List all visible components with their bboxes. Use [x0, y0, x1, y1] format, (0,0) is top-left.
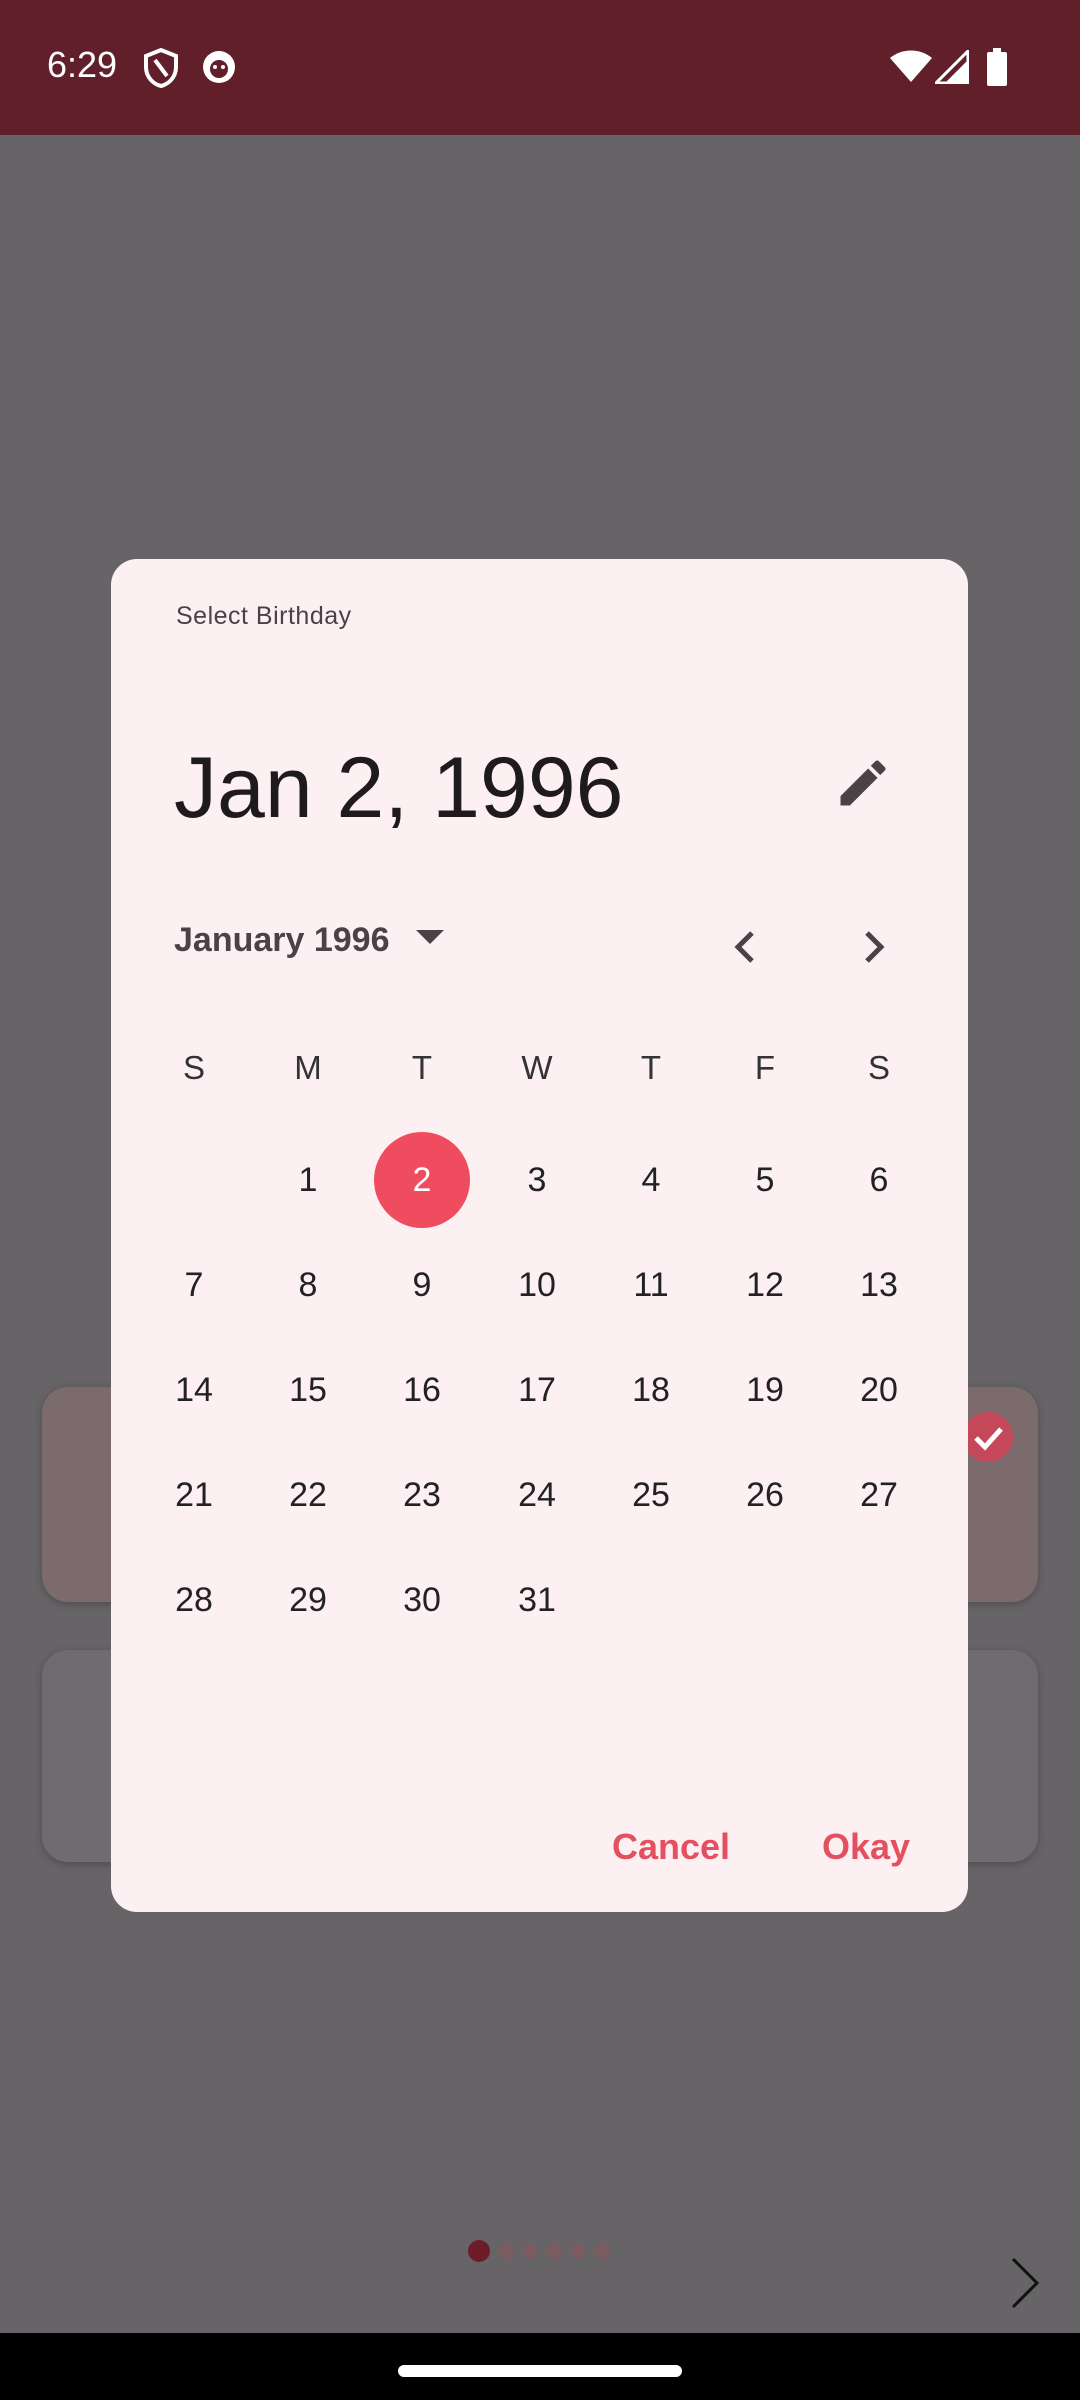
- weekday-label: W: [521, 1049, 553, 1086]
- calendar-day[interactable]: 13: [831, 1237, 927, 1333]
- month-year-label: January 1996: [174, 921, 390, 959]
- next-month-button[interactable]: [843, 917, 903, 977]
- month-year-selector[interactable]: January 1996: [174, 921, 444, 960]
- calendar-day[interactable]: 3: [489, 1132, 585, 1228]
- battery-icon: [986, 48, 1008, 91]
- status-bar: 6:29: [0, 0, 1080, 135]
- weekday-label: S: [182, 1049, 205, 1086]
- calendar-day[interactable]: 4: [603, 1132, 699, 1228]
- chevron-right-icon: [865, 931, 885, 963]
- pencil-icon: [840, 760, 886, 806]
- page-dot: [570, 2243, 586, 2259]
- page-dot: [498, 2243, 514, 2259]
- date-picker-dialog: Select Birthday Jan 2, 1996 January 1996…: [111, 559, 968, 1912]
- weekday-label: T: [411, 1049, 433, 1086]
- chevron-right-icon: [1011, 2257, 1040, 2309]
- calendar-day[interactable]: 6: [831, 1132, 927, 1228]
- calendar-day[interactable]: 30: [374, 1552, 470, 1648]
- dropdown-arrow-icon: [415, 930, 444, 951]
- calendar-day[interactable]: 11: [603, 1237, 699, 1333]
- weekday-label: M: [294, 1049, 322, 1086]
- page-dot: [546, 2243, 562, 2259]
- calendar-day[interactable]: 20: [831, 1342, 927, 1438]
- calendar-day[interactable]: 16: [374, 1342, 470, 1438]
- calendar-day[interactable]: 18: [603, 1342, 699, 1438]
- calendar-day[interactable]: 12: [717, 1237, 813, 1333]
- calendar-day[interactable]: 28: [146, 1552, 242, 1648]
- shield-icon: [143, 47, 179, 93]
- calendar-day[interactable]: 17: [489, 1342, 585, 1438]
- page-dot-active: [468, 2240, 490, 2262]
- signal-icon: [932, 47, 970, 89]
- calendar-day[interactable]: 25: [603, 1447, 699, 1543]
- next-page-button[interactable]: [1005, 2255, 1045, 2316]
- calendar-day[interactable]: 5: [717, 1132, 813, 1228]
- page-dot: [594, 2243, 610, 2259]
- calendar-day[interactable]: 29: [260, 1552, 356, 1648]
- calendar-day[interactable]: 7: [146, 1237, 242, 1333]
- selected-date-headline: Jan 2, 1996: [174, 740, 624, 836]
- calendar-day[interactable]: 21: [146, 1447, 242, 1543]
- okay-button[interactable]: Okay: [822, 1826, 910, 1868]
- check-circle-icon: [962, 1411, 1014, 1468]
- weekday-label: S: [867, 1049, 890, 1086]
- wifi-icon: [890, 50, 932, 89]
- edit-input-mode-button[interactable]: [833, 753, 903, 823]
- calendar-day[interactable]: 15: [260, 1342, 356, 1438]
- calendar-day[interactable]: 22: [260, 1447, 356, 1543]
- calendar-day[interactable]: 31: [489, 1552, 585, 1648]
- chevron-left-icon: [734, 931, 754, 963]
- status-time: 6:29: [47, 44, 118, 85]
- calendar-day[interactable]: 8: [260, 1237, 356, 1333]
- calendar-day[interactable]: 19: [717, 1342, 813, 1438]
- calendar-day[interactable]: 27: [831, 1447, 927, 1543]
- calendar-day[interactable]: 9: [374, 1237, 470, 1333]
- calendar-day[interactable]: 1: [260, 1132, 356, 1228]
- calendar-day[interactable]: 26: [717, 1447, 813, 1543]
- dialog-title: Select Birthday: [176, 602, 352, 630]
- previous-month-button[interactable]: [716, 917, 776, 977]
- weekday-label: T: [640, 1049, 662, 1086]
- calendar-day[interactable]: 14: [146, 1342, 242, 1438]
- calendar-day[interactable]: 24: [489, 1447, 585, 1543]
- weekday-label: F: [754, 1049, 776, 1086]
- page-indicator: [468, 2240, 610, 2262]
- page-dot: [522, 2243, 538, 2259]
- cancel-button[interactable]: Cancel: [612, 1826, 730, 1868]
- calendar-day[interactable]: 10: [489, 1237, 585, 1333]
- cat-icon: [200, 48, 238, 91]
- home-gesture-handle[interactable]: [398, 2365, 682, 2377]
- calendar-day-selected[interactable]: 2: [374, 1132, 470, 1228]
- calendar-day[interactable]: 23: [374, 1447, 470, 1543]
